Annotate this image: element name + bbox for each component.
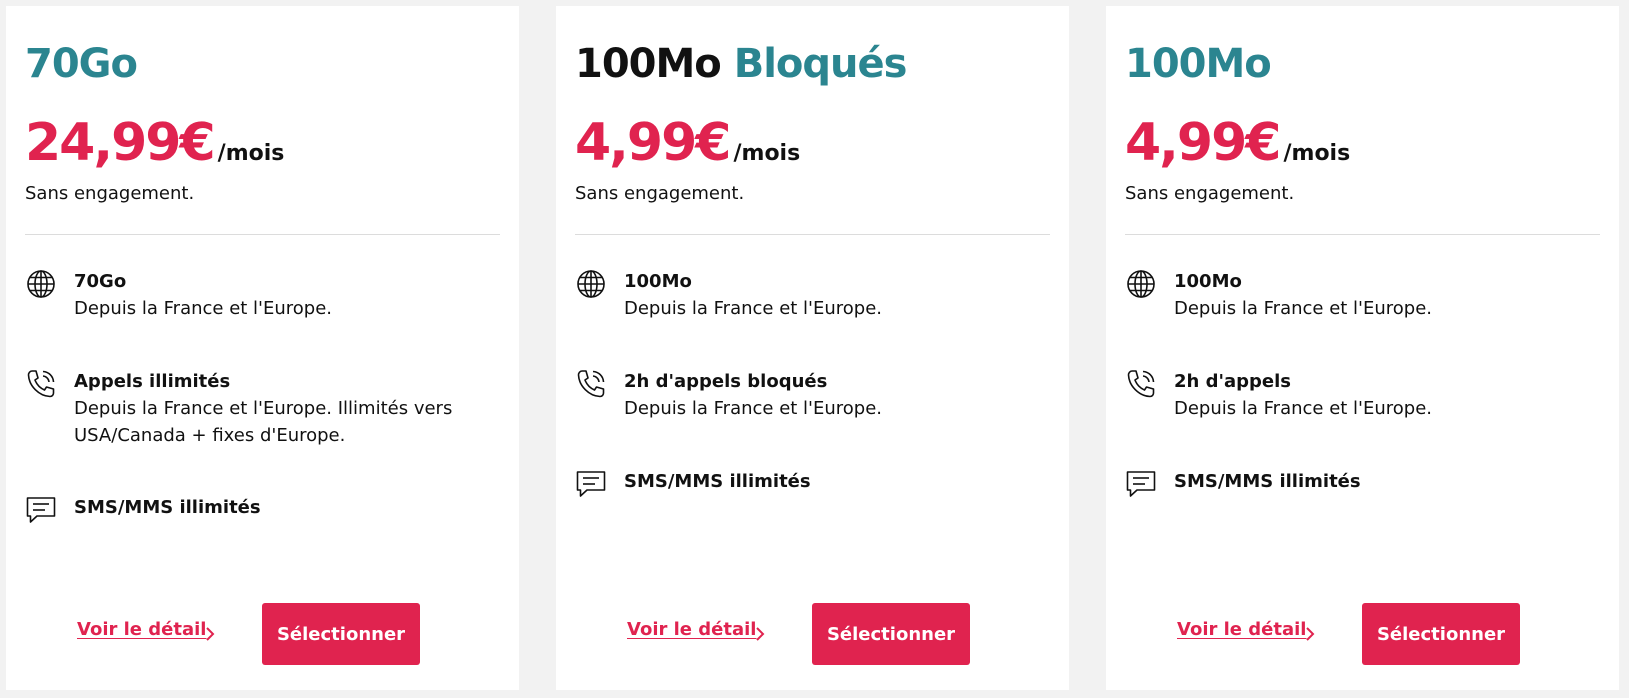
price-row: 4,99€/mois xyxy=(575,117,800,169)
offer-card: 70Go 24,99€/mois Sans engagement. 70Go De… xyxy=(6,6,519,690)
view-details-link[interactable]: Voir le détail xyxy=(1177,619,1306,640)
feature-title: Appels illimités xyxy=(74,371,231,392)
price-period: /mois xyxy=(733,141,801,166)
feature-desc: Depuis la France et l'Europe. xyxy=(1174,298,1433,319)
select-button[interactable]: Sélectionner xyxy=(262,603,420,665)
view-details-link[interactable]: Voir le détail xyxy=(627,619,756,640)
select-button[interactable]: Sélectionner xyxy=(812,603,970,665)
feature-desc: Depuis la France et l'Europe. Illimités … xyxy=(74,398,453,446)
feature-desc: Depuis la France et l'Europe. xyxy=(624,398,883,419)
message-icon xyxy=(25,494,57,526)
feature-title: SMS/MMS illimités xyxy=(74,497,261,518)
chevron-right-icon xyxy=(754,626,766,642)
chevron-right-icon xyxy=(1304,626,1316,642)
offer-title: 100Mo xyxy=(1125,41,1272,87)
commitment-text: Sans engagement. xyxy=(575,183,745,204)
offer-title: 100Mo Bloqués xyxy=(575,41,908,87)
offer-title: 70Go xyxy=(25,41,138,87)
message-icon xyxy=(575,468,607,500)
globe-icon xyxy=(25,268,57,300)
price: 4,99€ xyxy=(1125,113,1281,173)
phone-icon xyxy=(1125,368,1157,400)
commitment-text: Sans engagement. xyxy=(25,183,195,204)
commitment-text: Sans engagement. xyxy=(1125,183,1295,204)
feature-title: 70Go xyxy=(74,271,127,292)
feature-title: 2h d'appels bloqués xyxy=(624,371,828,392)
divider xyxy=(575,234,1050,235)
feature-desc: Depuis la France et l'Europe. xyxy=(624,298,883,319)
phone-icon xyxy=(25,368,57,400)
price-row: 4,99€/mois xyxy=(1125,117,1350,169)
feature-desc: Depuis la France et l'Europe. xyxy=(1174,398,1433,419)
price: 24,99€ xyxy=(25,113,216,173)
message-icon xyxy=(1125,468,1157,500)
price-period: /mois xyxy=(217,141,285,166)
globe-icon xyxy=(575,268,607,300)
offer-title-teal: Bloqués xyxy=(733,41,908,87)
price-row: 24,99€/mois xyxy=(25,117,284,169)
feature-desc: Depuis la France et l'Europe. xyxy=(74,298,333,319)
offer-card: 100Mo Bloqués 4,99€/mois Sans engagement… xyxy=(556,6,1069,690)
feature-title: 100Mo xyxy=(1174,271,1242,292)
offer-title-teal: 100Mo xyxy=(1125,41,1272,87)
feature-title: SMS/MMS illimités xyxy=(624,471,811,492)
view-details-link[interactable]: Voir le détail xyxy=(77,619,206,640)
feature-title: 2h d'appels xyxy=(1174,371,1292,392)
phone-icon xyxy=(575,368,607,400)
offer-title-teal: 70Go xyxy=(25,41,138,87)
feature-title: SMS/MMS illimités xyxy=(1174,471,1361,492)
price-period: /mois xyxy=(1283,141,1351,166)
chevron-right-icon xyxy=(204,626,216,642)
offer-title-dark: 100Mo xyxy=(575,41,722,87)
select-button[interactable]: Sélectionner xyxy=(1362,603,1520,665)
globe-icon xyxy=(1125,268,1157,300)
offer-card: 100Mo 4,99€/mois Sans engagement. 100Mo D… xyxy=(1106,6,1619,690)
feature-title: 100Mo xyxy=(624,271,692,292)
price: 4,99€ xyxy=(575,113,731,173)
divider xyxy=(1125,234,1600,235)
divider xyxy=(25,234,500,235)
